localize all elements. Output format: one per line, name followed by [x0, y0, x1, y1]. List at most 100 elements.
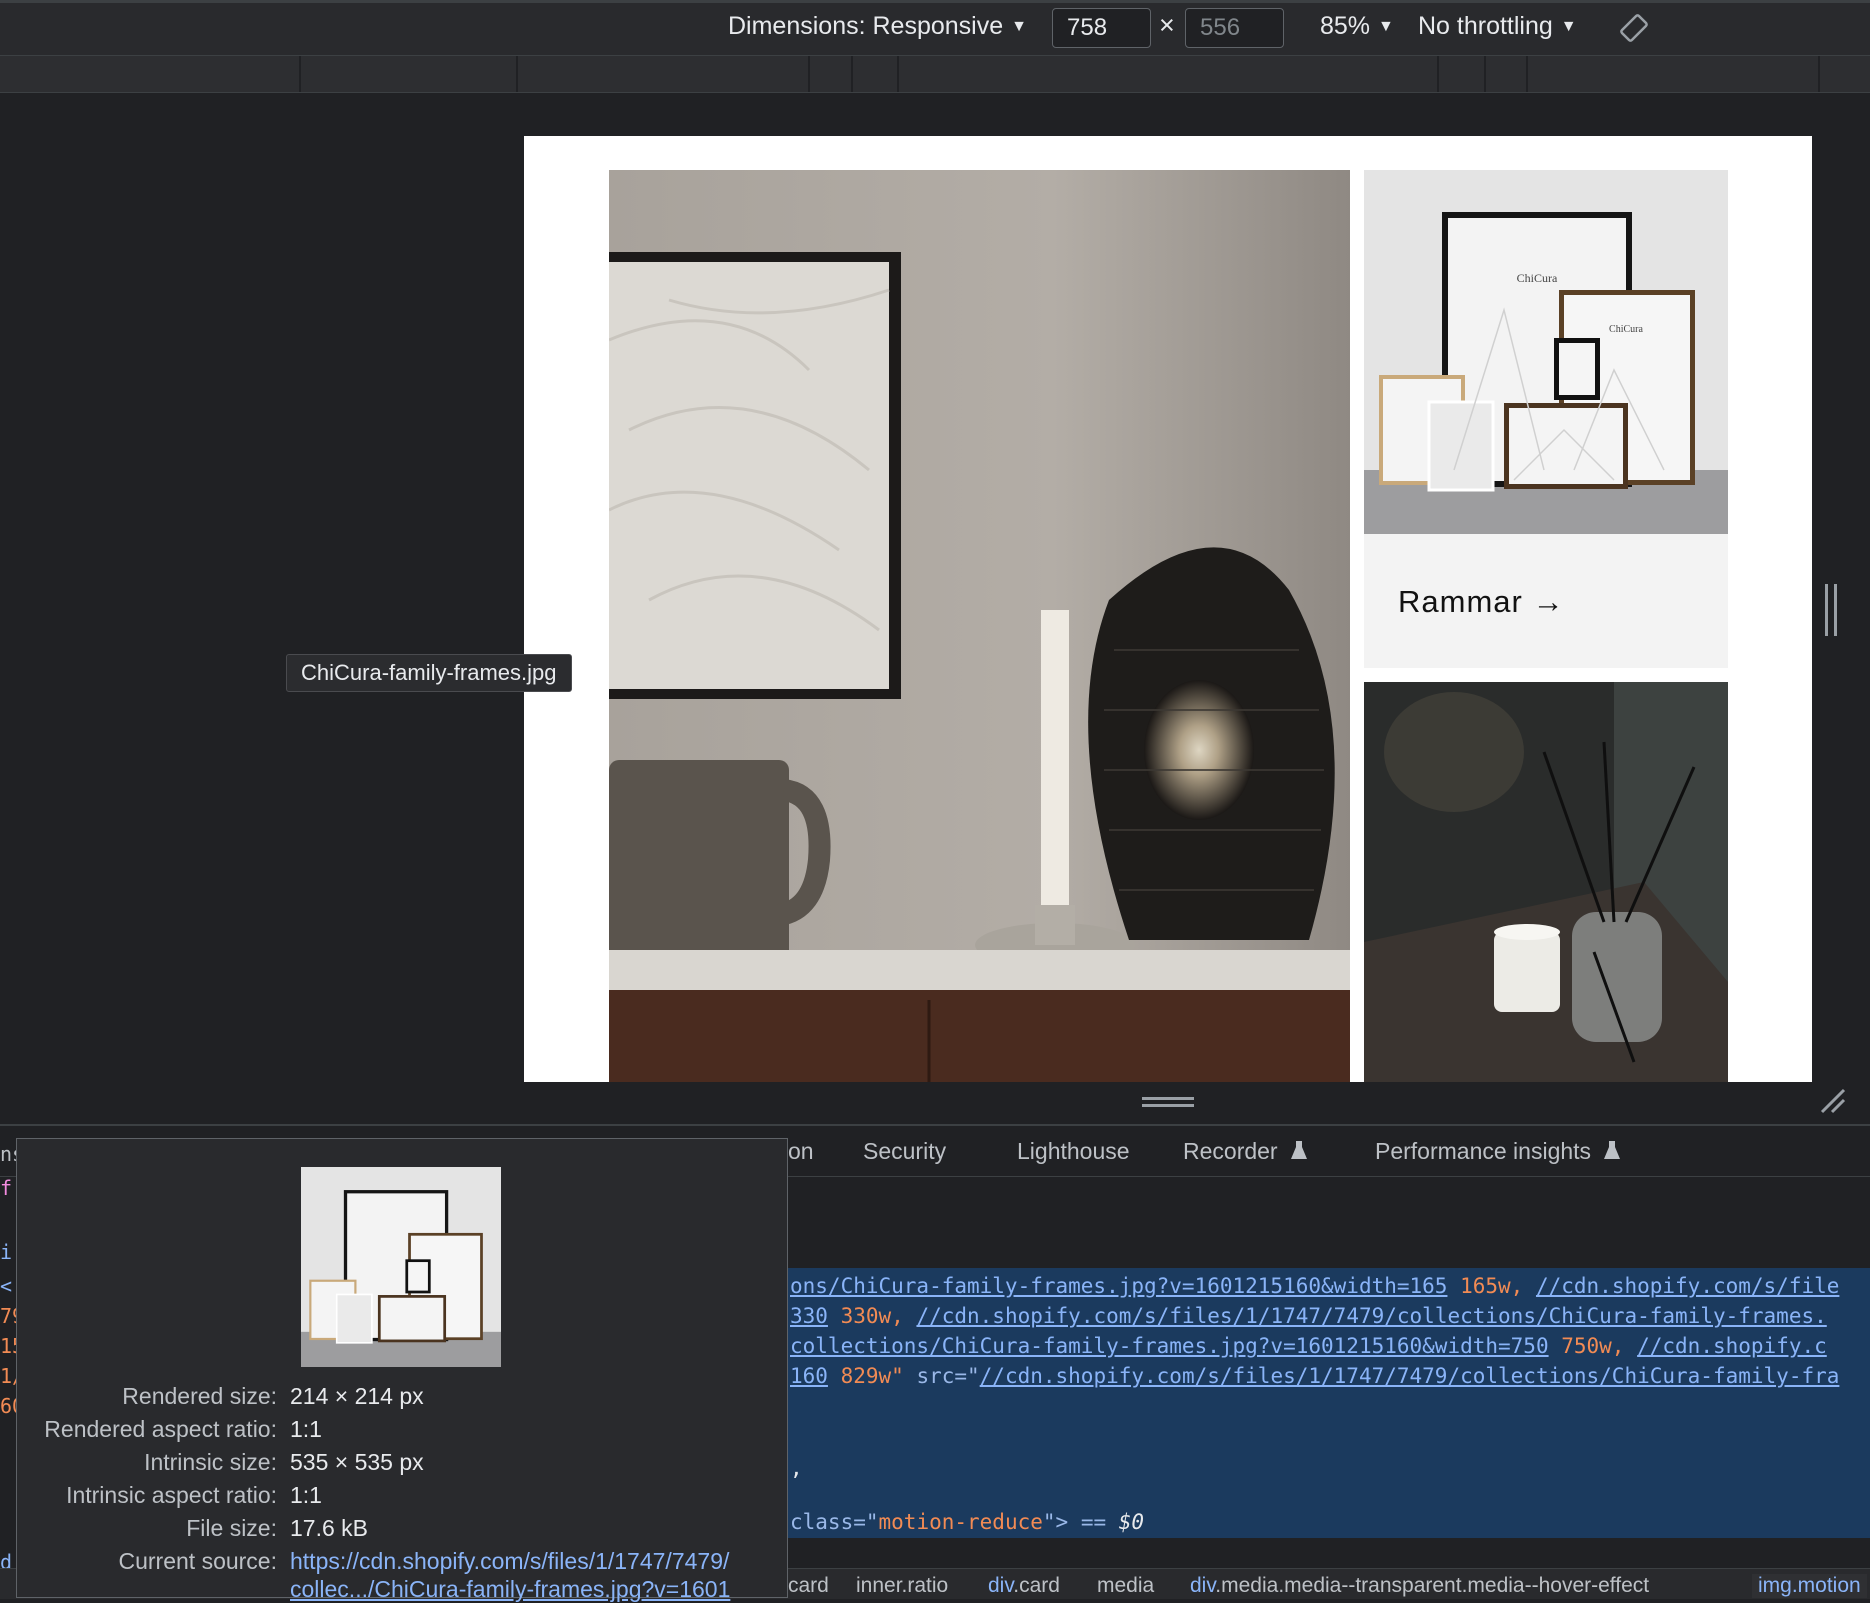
tab-application-partial[interactable]: on [788, 1138, 814, 1165]
crumb-tag: div [1190, 1574, 1216, 1597]
frame-brand-small: ChiCura [1609, 324, 1643, 335]
code-line: 330 330w, //cdn.shopify.com/s/files/1/17… [790, 1304, 1827, 1328]
tab-recorder[interactable]: Recorder [1183, 1138, 1308, 1165]
crumb-class: .card [1013, 1574, 1060, 1597]
crumb-div-card[interactable]: div.card [988, 1574, 1060, 1598]
crumb-class: .media.media--transparent.media--hover-e… [1215, 1574, 1650, 1597]
code-token: src=" [903, 1364, 980, 1388]
code-line: 160 829w" src="//cdn.shopify.com/s/files… [790, 1364, 1839, 1388]
throttling-label: No throttling [1418, 12, 1553, 40]
ruler-divider [897, 56, 899, 92]
zoom-dropdown[interactable]: 85% ▼ [1320, 12, 1394, 41]
experiment-flask-icon [1291, 1141, 1307, 1159]
tab-lighthouse[interactable]: Lighthouse [1017, 1138, 1130, 1165]
resize-handle-bottom[interactable] [1142, 1097, 1194, 1107]
lifestyle-photo-lamp[interactable] [608, 170, 1350, 1082]
throttling-dropdown[interactable]: No throttling ▼ [1418, 12, 1577, 41]
code-token: 160 [790, 1364, 828, 1388]
dimensions-label: Dimensions: Responsive [728, 12, 1004, 40]
device-viewport: ChiCura ChiCura Rammar → [524, 136, 1812, 1082]
crumb-tag: div [988, 1574, 1014, 1597]
image-preview-thumbnail [301, 1167, 501, 1367]
height-input[interactable]: 556 [1185, 8, 1284, 48]
code-token: //cdn.shopify.com/s/file [1535, 1274, 1840, 1298]
card-link-label[interactable]: Rammar → [1398, 584, 1564, 620]
code-token: 165w, [1447, 1274, 1536, 1298]
code-token: motion-reduce [878, 1510, 1043, 1534]
intrinsic-aspect-value: 1:1 [290, 1482, 322, 1508]
crumb-class: .motion [1791, 1574, 1861, 1597]
code-token: 330w, [827, 1304, 917, 1328]
code-token: //cdn.shopify.com/s/files/1/1747/7479/co… [979, 1364, 1840, 1388]
code-token: "> == [1042, 1510, 1119, 1534]
chevron-down-icon: ▼ [1378, 18, 1394, 35]
ruler-divider [299, 56, 301, 92]
code-token: //cdn.shopify.com/s/files/1/1747/7479/co… [916, 1304, 1827, 1328]
ruler-divider [851, 56, 853, 92]
code-token: class=" [790, 1510, 879, 1534]
code-line: class="motion-reduce"> == $0 [790, 1510, 1144, 1534]
width-input[interactable]: 758 [1052, 8, 1151, 48]
crumb-card[interactable]: card [788, 1574, 829, 1598]
ruler-divider [1526, 56, 1528, 92]
frame-brand-large: ChiCura [1517, 271, 1558, 285]
image-preview-popover: Rendered size: Rendered aspect ratio: In… [16, 1138, 788, 1602]
crumb-media[interactable]: media [1097, 1574, 1154, 1598]
current-source-link-line2[interactable]: collec.../ChiCura-family-frames.jpg?v=16… [290, 1576, 730, 1603]
times-icon: × [1159, 10, 1175, 40]
collection-card-rammar[interactable]: Rammar → [1364, 534, 1728, 668]
gutter-fragment: < [0, 1274, 13, 1298]
code-token: 829w" [827, 1364, 904, 1388]
rendered-size-value: 214 × 214 px [290, 1383, 424, 1409]
ruler-divider [808, 56, 810, 92]
code-token: $0 [1118, 1510, 1145, 1534]
dimensions-dropdown[interactable]: Dimensions: Responsive ▼ [728, 12, 1027, 41]
rendered-aspect-value: 1:1 [290, 1416, 322, 1442]
ruler-divider [516, 56, 518, 92]
code-token: collections/ChiCura-family-frames.jpg?v=… [790, 1334, 1549, 1358]
code-line: collections/ChiCura-family-frames.jpg?v=… [790, 1334, 1827, 1358]
code-line: ons/ChiCura-family-frames.jpg?v=16012151… [790, 1274, 1839, 1298]
experiment-flask-icon [1604, 1141, 1621, 1159]
file-size-label: File size: [186, 1515, 277, 1541]
chevron-down-icon: ▼ [1011, 18, 1027, 35]
code-token: , [790, 1456, 803, 1480]
ruler-divider [1818, 56, 1820, 92]
chevron-down-icon: ▼ [1560, 18, 1577, 35]
gutter-fragment: f [0, 1176, 13, 1200]
ruler-divider [1484, 56, 1486, 92]
resize-handle-right[interactable] [1825, 584, 1837, 636]
intrinsic-size-label: Intrinsic size: [144, 1449, 277, 1475]
rendered-size-label: Rendered size: [122, 1383, 277, 1409]
resize-corner-icon[interactable] [1818, 1086, 1846, 1114]
tab-recorder-label: Recorder [1183, 1138, 1278, 1164]
frames-product-image[interactable]: ChiCura ChiCura [1364, 170, 1728, 534]
crumb-img-motion[interactable]: img.motion [1752, 1574, 1867, 1598]
diffuser-product-image[interactable] [1364, 682, 1728, 1082]
crumb-tag: img [1758, 1574, 1792, 1597]
rotate-icon[interactable] [1619, 13, 1649, 43]
ruler-divider [1437, 56, 1439, 92]
intrinsic-size-value: 535 × 535 px [290, 1449, 424, 1475]
media-query-bar [0, 56, 1870, 93]
gutter-fragment: i [0, 1240, 13, 1264]
rendered-aspect-label: Rendered aspect ratio: [44, 1416, 277, 1442]
code-line: , [790, 1456, 803, 1480]
current-source-link-line1[interactable]: https://cdn.shopify.com/s/files/1/1747/7… [290, 1548, 729, 1575]
crumb-inner-ratio[interactable]: inner.ratio [856, 1574, 948, 1598]
code-token: 750w, [1548, 1334, 1638, 1358]
tab-performance-insights-label: Performance insights [1375, 1138, 1592, 1164]
tab-security[interactable]: Security [863, 1138, 946, 1165]
tab-performance-insights[interactable]: Performance insights [1375, 1138, 1621, 1165]
image-hover-tooltip: ChiCura-family-frames.jpg [286, 654, 572, 692]
width-value: 758 [1067, 14, 1108, 41]
code-token: //cdn.shopify.c [1637, 1334, 1827, 1358]
zoom-label: 85% [1320, 12, 1371, 40]
current-source-label: Current source: [118, 1548, 277, 1574]
intrinsic-aspect-label: Intrinsic aspect ratio: [66, 1482, 277, 1508]
height-placeholder: 556 [1200, 14, 1241, 41]
file-size-value: 17.6 kB [290, 1515, 368, 1541]
code-token: 330 [790, 1304, 828, 1328]
code-token: ons/ChiCura-family-frames.jpg?v=16012151… [790, 1274, 1448, 1298]
crumb-div-media[interactable]: div.media.media--transparent.media--hove… [1190, 1574, 1649, 1598]
